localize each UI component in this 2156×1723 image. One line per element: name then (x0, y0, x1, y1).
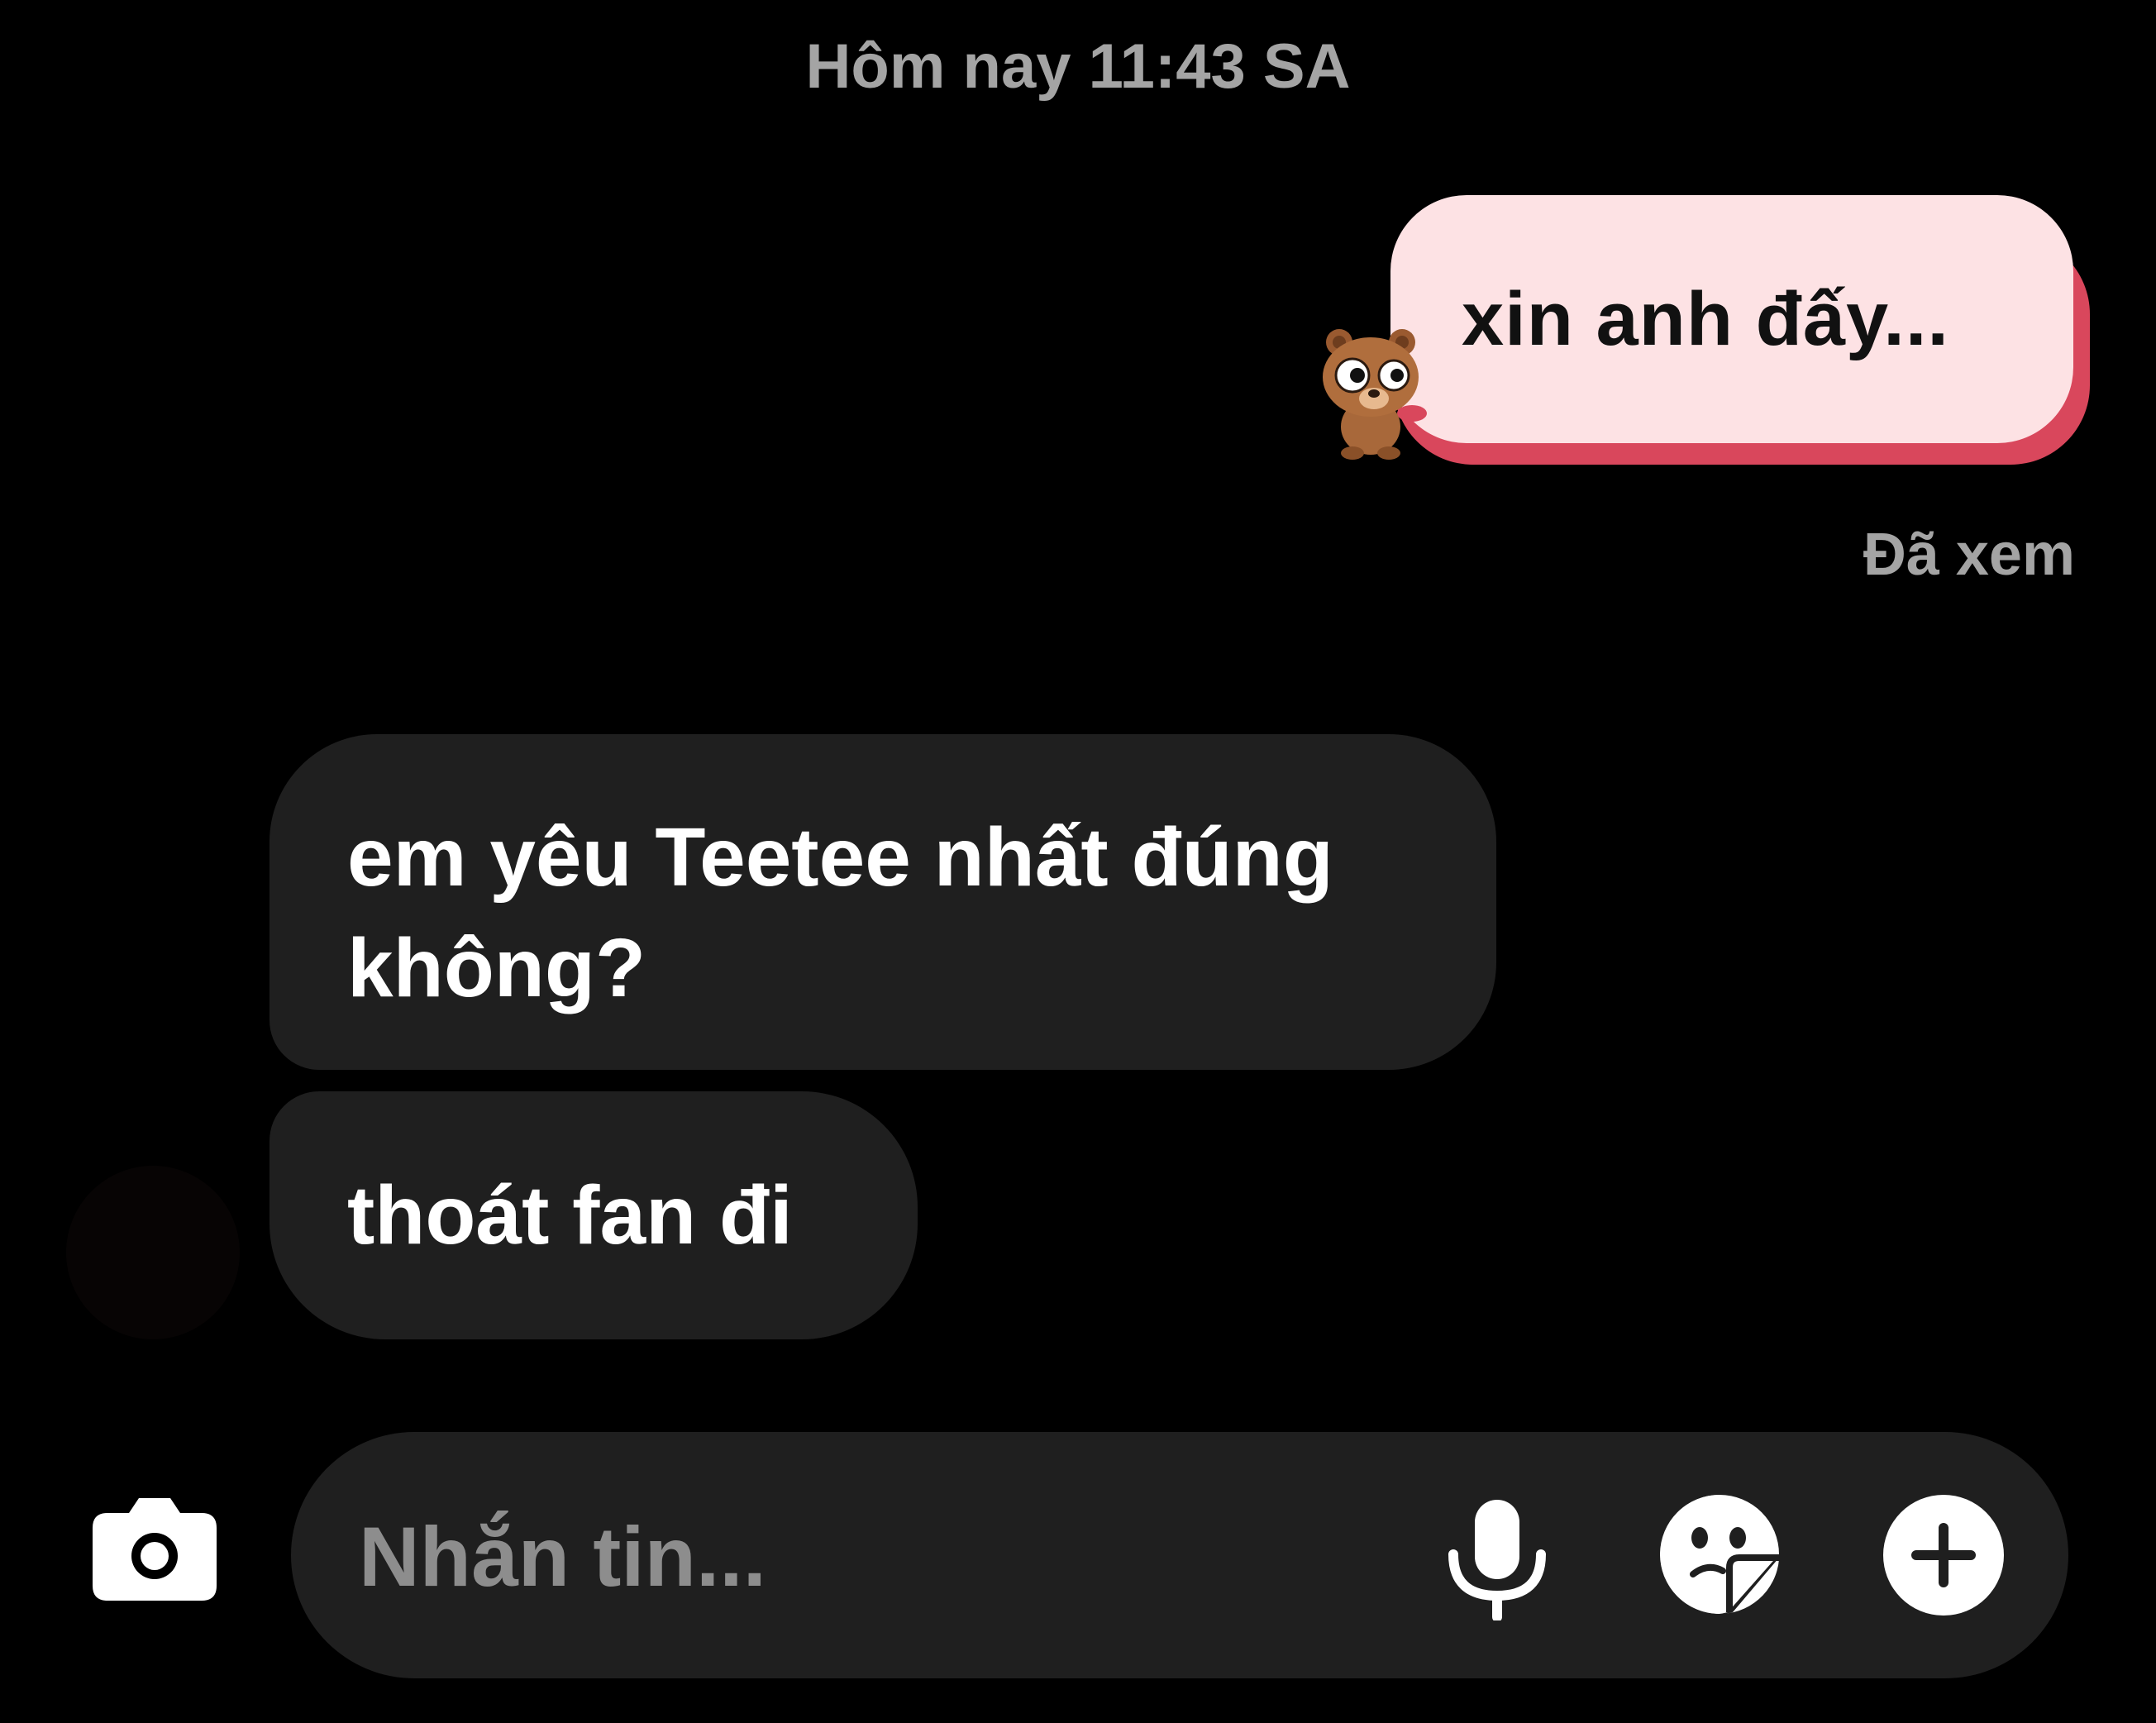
avatar[interactable] (66, 1166, 240, 1339)
incoming-message-text: em yêu Teetee nhất đúng không? (347, 811, 1333, 1014)
outgoing-bubble[interactable]: xin anh đấy... (1390, 195, 2073, 443)
incoming-message[interactable]: em yêu Teetee nhất đúng không? (270, 734, 1496, 1070)
incoming-message-text: thoát fan đi (347, 1168, 793, 1262)
camera-icon[interactable] (89, 1493, 220, 1604)
sticker-icon[interactable] (1657, 1492, 1782, 1617)
outgoing-message[interactable]: xin anh đấy... (1314, 189, 2092, 470)
microphone-icon[interactable] (1443, 1496, 1551, 1620)
seen-status: Đã xem (1863, 522, 2075, 588)
outgoing-message-text: xin anh đấy... (1462, 276, 1949, 361)
plus-icon[interactable] (1882, 1493, 2006, 1617)
conversation-timestamp: Hôm nay 11:43 SA (805, 31, 1351, 102)
message-input[interactable] (357, 1482, 1435, 1632)
incoming-message[interactable]: thoát fan đi (270, 1091, 918, 1339)
message-composer (291, 1432, 2068, 1678)
bear-sticker-icon (1323, 329, 1427, 460)
